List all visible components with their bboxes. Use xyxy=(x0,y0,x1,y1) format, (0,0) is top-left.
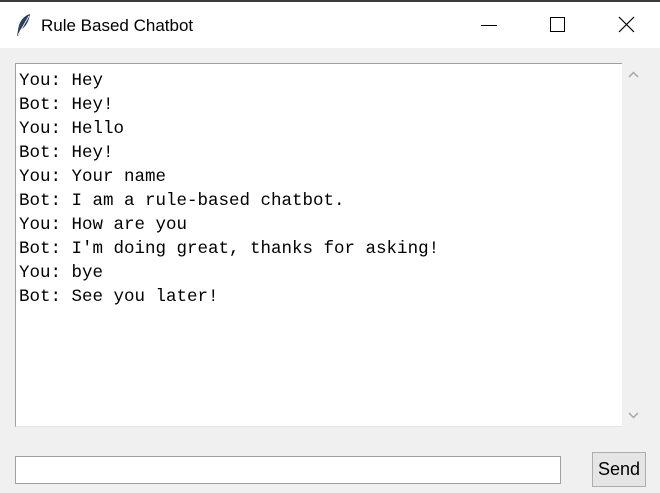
chat-line: Bot: See you later! xyxy=(19,287,219,307)
scroll-up-button[interactable] xyxy=(622,63,645,85)
chevron-up-icon xyxy=(628,71,639,78)
window-title: Rule Based Chatbot xyxy=(41,16,194,35)
minimize-button[interactable] xyxy=(452,2,522,48)
chat-line: Bot: Hey! xyxy=(19,143,114,163)
chat-lines: You: Hey Bot: Hey! You: Hello Bot: Hey! You:… xyxy=(19,69,439,309)
scroll-down-button[interactable] xyxy=(622,405,645,427)
chat-line: You: Hello xyxy=(19,119,125,139)
message-input[interactable] xyxy=(15,456,561,484)
close-button[interactable] xyxy=(592,2,660,48)
maximize-icon xyxy=(550,17,565,32)
feather-icon xyxy=(14,13,34,37)
chat-line: Bot: Hey! xyxy=(19,95,114,115)
chat-line: Bot: I am a rule-based chatbot. xyxy=(19,191,345,211)
send-button[interactable]: Send xyxy=(592,452,646,487)
maximize-button[interactable] xyxy=(522,2,592,48)
chat-line: You: bye xyxy=(19,263,104,283)
chat-line: You: How are you xyxy=(19,215,188,235)
minimize-icon xyxy=(481,25,497,26)
chevron-down-icon xyxy=(628,412,639,419)
chat-log[interactable]: You: Hey Bot: Hey! You: Hello Bot: Hey! You:… xyxy=(15,63,622,427)
chat-line: You: Hey xyxy=(19,71,104,91)
chat-scrollbar[interactable] xyxy=(622,63,645,427)
close-icon xyxy=(618,16,635,33)
chat-line: You: Your name xyxy=(19,167,167,187)
chat-line: Bot: I'm doing great, thanks for asking! xyxy=(19,239,440,259)
